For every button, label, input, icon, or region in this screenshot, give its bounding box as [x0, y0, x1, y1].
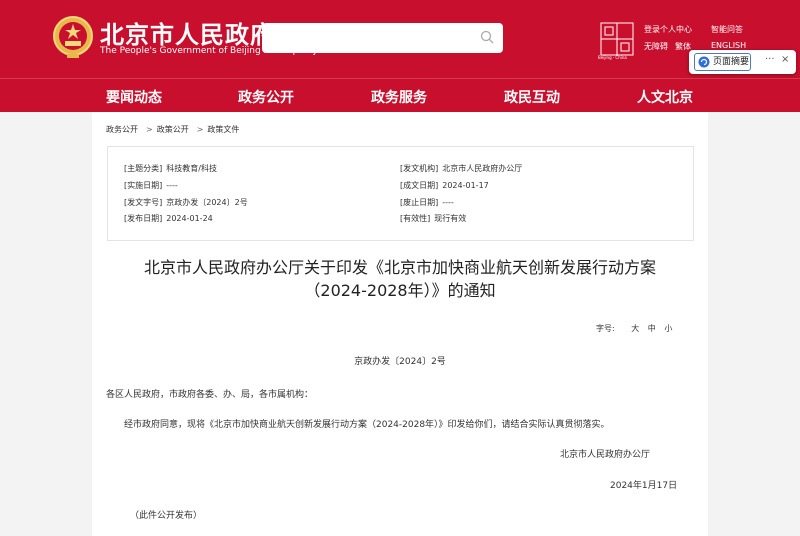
- document-number: 京政办发〔2024〕2号: [354, 357, 446, 367]
- breadcrumb: 政务公开 > 政策公开 > 政策文件: [106, 124, 243, 135]
- summary-icon: [698, 56, 710, 68]
- document-note: （此件公开发布）: [130, 511, 203, 521]
- document-title-line-2: （2024-2028年）》的通知: [304, 281, 496, 300]
- breadcrumb-item-gov-open[interactable]: 政务公开: [106, 125, 138, 134]
- traditional-chinese-link[interactable]: 繁体: [675, 41, 691, 52]
- meta-repeal-date: [废止日期] ----: [400, 198, 454, 207]
- breadcrumb-item-policy-open[interactable]: 政策公开: [157, 125, 189, 134]
- meta-validity: [有效性] 现行有效: [400, 214, 467, 223]
- document-body: 经市政府同意，现将《北京市加快商业航天创新发展行动方案（2024-2028年）》…: [124, 420, 610, 430]
- meta-publish-date: [发布日期] 2024-01-24: [124, 214, 213, 223]
- site-title[interactable]: 北京市人民政府: [100, 15, 275, 50]
- document-title: 北京市人民政府办公厅关于印发《北京市加快商业航天创新发展行动方案 （2024-2…: [100, 256, 700, 302]
- page-summary-button[interactable]: 页面摘要: [694, 53, 751, 71]
- document-signature: 北京市人民政府办公厅: [560, 450, 651, 460]
- smart-qa-link[interactable]: 智能问答: [711, 24, 743, 35]
- nav-item-news[interactable]: 要闻动态: [106, 87, 162, 107]
- page-summary-label: 页面摘要: [713, 57, 750, 67]
- document-title-line-1: 北京市人民政府办公厅关于印发《北京市加快商业航天创新发展行动方案: [143, 258, 656, 277]
- capital-logo-icon[interactable]: [600, 22, 634, 56]
- nav-item-interaction[interactable]: 政民互动: [504, 87, 560, 107]
- login-link[interactable]: 登录个人中心: [644, 24, 692, 35]
- meta-doc-number: [发文字号] 京政办发〔2024〕2号: [124, 198, 248, 207]
- meta-issuer: [发文机构] 北京市人民政府办公厅: [400, 164, 523, 173]
- close-icon[interactable]: ×: [781, 54, 789, 65]
- site-header: 北京市人民政府 The People's Government of Beiji…: [0, 0, 800, 78]
- page-summary-popup: 页面摘要 ··· ×: [689, 50, 796, 74]
- national-emblem-icon[interactable]: [52, 14, 94, 60]
- font-size-control: 字号: 大 中 小: [596, 323, 672, 334]
- search-icon[interactable]: [480, 30, 494, 44]
- nav-item-gov-open[interactable]: 政务公开: [238, 87, 294, 107]
- nav-item-culture[interactable]: 人文北京: [637, 87, 693, 107]
- meta-effective-date: [实施日期] ----: [124, 181, 178, 190]
- main-nav: 要闻动态 政务公开 政务服务 政民互动 人文北京: [0, 78, 800, 112]
- meta-written-date: [成文日期] 2024-01-17: [400, 181, 489, 190]
- search-input[interactable]: [262, 23, 503, 53]
- document-salutation: 各区人民政府，市政府各委、办、局，各市属机构：: [106, 390, 314, 400]
- breadcrumb-separator-icon: >: [146, 125, 153, 134]
- accessibility-link[interactable]: 无障碍: [644, 41, 668, 52]
- more-icon[interactable]: ···: [765, 54, 775, 65]
- english-link[interactable]: ENGLISH: [711, 41, 746, 50]
- meta-topic: [主题分类] 科技教育/科技: [124, 164, 217, 173]
- font-size-small-button[interactable]: 小: [664, 324, 672, 333]
- breadcrumb-item-policy-docs[interactable]: 政策文件: [207, 125, 239, 134]
- breadcrumb-separator-icon: >: [196, 125, 204, 134]
- font-size-large-button[interactable]: 大: [631, 324, 639, 333]
- font-size-medium-button[interactable]: 中: [648, 324, 656, 333]
- document-date: 2024年1月17日: [610, 481, 678, 491]
- font-size-label: 字号:: [596, 324, 615, 333]
- document-meta-table: [107, 146, 694, 241]
- capital-logo-caption: Beijing · China: [598, 55, 627, 60]
- nav-item-gov-service[interactable]: 政务服务: [371, 87, 427, 107]
